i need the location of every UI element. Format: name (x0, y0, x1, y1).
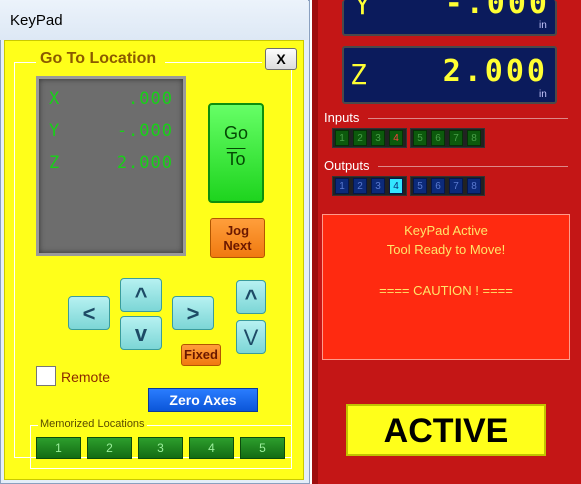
goto-frame-top (14, 62, 36, 63)
inputs-group-2: 5 6 7 8 (410, 128, 485, 148)
zero-axes-button[interactable]: Zero Axes (148, 388, 258, 412)
memorized-location-button[interactable]: 1 (36, 437, 81, 459)
memorized-location-button[interactable]: 3 (138, 437, 183, 459)
jog-z-plus-button[interactable]: ^ (236, 280, 266, 314)
inputs-group-1: 1 2 3 4 (332, 128, 407, 148)
memorized-location-button[interactable]: 5 (240, 437, 285, 459)
go-to-button[interactable]: Go To (208, 103, 264, 203)
z-position-value: 2.000 (442, 54, 548, 89)
outputs-group-2: 5 6 7 8 (410, 176, 485, 196)
output-led: 5 (413, 178, 427, 194)
outputs-rule (378, 166, 568, 167)
output-led: 7 (449, 178, 463, 194)
panel-edge (312, 0, 318, 484)
memorized-location-button[interactable]: 4 (189, 437, 234, 459)
output-led: 2 (353, 178, 367, 194)
jog-z-minus-button[interactable]: V (236, 320, 266, 354)
go-to-label-top: Go (223, 123, 248, 143)
jog-next-button[interactable]: Jog Next (210, 218, 265, 258)
message-line-caution: ==== CAUTION ! ==== (379, 283, 513, 298)
x-target-value[interactable]: .000 (63, 89, 173, 109)
input-led: 3 (371, 130, 385, 146)
fixed-step-button[interactable]: Fixed (181, 344, 221, 366)
y-axis-label: Y (49, 121, 60, 141)
output-led: 3 (371, 178, 385, 194)
window-title: KeyPad (10, 12, 63, 29)
z-axis-dro: Z 2.000 in (342, 46, 557, 104)
output-led-active: 4 (389, 178, 403, 194)
y-axis-dro: Y -.000 in (342, 0, 557, 36)
message-line-ready: Tool Ready to Move! (386, 242, 506, 257)
y-axis-label: Y (354, 0, 371, 21)
inputs-rule (368, 118, 568, 119)
output-led: 8 (467, 178, 481, 194)
input-led: 8 (467, 130, 481, 146)
close-button[interactable]: X (265, 48, 297, 70)
jog-label: Jog (225, 223, 250, 238)
outputs-group-1: 1 2 3 4 (332, 176, 407, 196)
goto-frame-top-right (165, 62, 262, 63)
y-unit-label: in (539, 20, 547, 31)
memorized-locations-label: Memorized Locations (38, 418, 147, 430)
z-axis-label: Z (49, 153, 60, 173)
outputs-label: Outputs (324, 158, 370, 173)
message-line-keypad-active: KeyPad Active (404, 223, 488, 238)
goto-dro-display: X .000 Y -.000 Z 2.000 (36, 76, 186, 256)
z-target-value[interactable]: 2.000 (63, 153, 173, 173)
input-led: 1 (335, 130, 349, 146)
memorized-location-button[interactable]: 2 (87, 437, 132, 459)
status-message-box: KeyPad Active Tool Ready to Move! ==== C… (322, 214, 570, 360)
input-led: 6 (431, 130, 445, 146)
remote-label[interactable]: Remote (61, 369, 110, 385)
input-led: 7 (449, 130, 463, 146)
y-target-value[interactable]: -.000 (63, 121, 173, 141)
next-label: Next (223, 238, 252, 253)
input-led: 5 (413, 130, 427, 146)
jog-y-plus-button[interactable]: ^ (120, 278, 162, 312)
z-unit-label: in (539, 89, 547, 100)
z-axis-label: Z (350, 58, 367, 91)
jog-x-minus-button[interactable]: < (68, 296, 110, 330)
active-status-badge: ACTIVE (346, 404, 546, 456)
remote-checkbox[interactable] (36, 366, 56, 386)
inputs-label: Inputs (324, 110, 360, 125)
input-led-active: 4 (389, 130, 403, 146)
goto-location-label: Go To Location (40, 50, 157, 67)
input-led: 2 (353, 130, 367, 146)
output-led: 1 (335, 178, 349, 194)
jog-x-plus-button[interactable]: > (172, 296, 214, 330)
jog-y-minus-button[interactable]: v (120, 316, 162, 350)
go-to-label-bottom: To (226, 149, 246, 169)
x-axis-label: X (49, 89, 60, 109)
y-position-value: -.000 (444, 0, 550, 21)
output-led: 6 (431, 178, 445, 194)
